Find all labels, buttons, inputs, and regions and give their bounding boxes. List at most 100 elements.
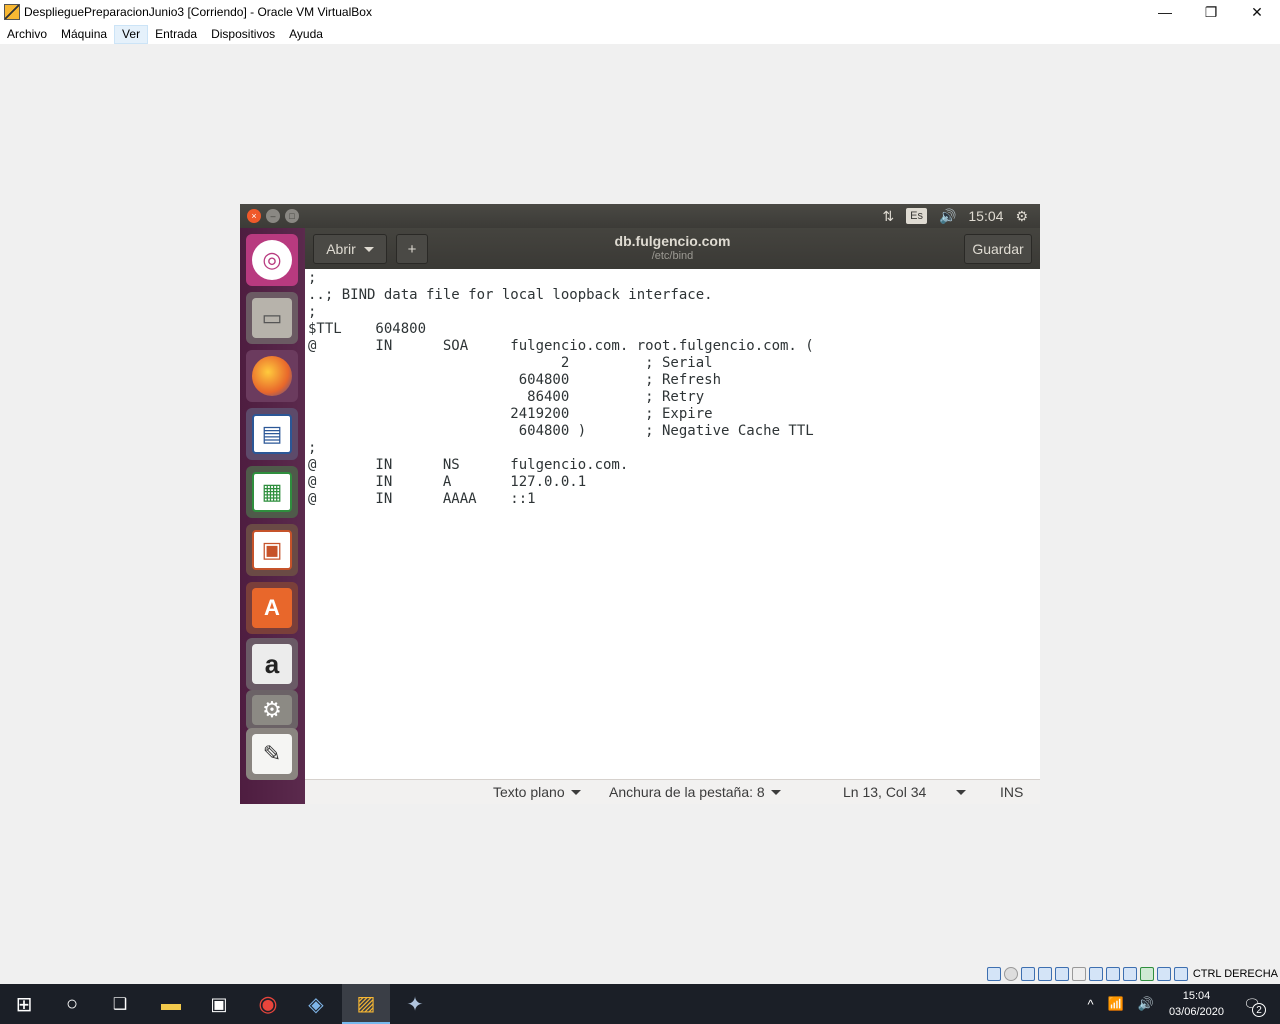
launcher-writer[interactable]: ▤	[246, 408, 298, 460]
code-line: 604800 ) ; Negative Cache TTL	[308, 423, 814, 439]
volume-icon[interactable]: 🔊	[939, 208, 956, 225]
file-cabinet-icon: ▭	[252, 298, 292, 338]
text-editor-area[interactable]: ; ..; BIND data file for local loopback …	[305, 269, 1040, 779]
guest-screen[interactable]: × – □ ⇅ Es 🔊 15:04 ⚙ ◎ ▭ ▤ ▦ ▣ A a ⚙ ✎ A…	[240, 204, 1040, 804]
wifi-icon[interactable]: 📶	[1108, 996, 1124, 1012]
audio-icon[interactable]	[1020, 967, 1035, 981]
tab-width-label: Anchura de la pestaña: 8	[609, 784, 765, 800]
virtualbox-vm-icon: ▨	[356, 992, 376, 1015]
store-bag-icon: ▣	[210, 993, 228, 1014]
recording-icon[interactable]	[1105, 967, 1120, 981]
menu-ver[interactable]: Ver	[114, 24, 149, 44]
launcher-files[interactable]: ▭	[246, 292, 298, 344]
action-center-button[interactable]: 🗨 2	[1236, 984, 1268, 1024]
gedit-header-bar: Abrir + db.fulgencio.com /etc/bind Guard…	[305, 228, 1040, 269]
vt-x-icon[interactable]	[1139, 967, 1154, 981]
calc-spreadsheet-icon: ▦	[252, 472, 292, 512]
code-line: ;	[308, 270, 317, 286]
gedit-status-bar: Texto plano Anchura de la pestaña: 8 Ln …	[305, 779, 1040, 804]
file-explorer-button[interactable]: ▬	[147, 984, 195, 1024]
menu-maquina[interactable]: Máquina	[54, 25, 114, 44]
settings-tools-icon: ⚙	[252, 695, 292, 725]
text-editor-icon: ✎	[252, 734, 292, 774]
code-line: 2 ; Serial	[308, 355, 713, 371]
start-button[interactable]: ⊞	[0, 984, 48, 1024]
shopping-bag-icon: A	[252, 588, 292, 628]
task-view-button[interactable]: ❑	[96, 984, 144, 1024]
network-icon[interactable]: ⇅	[882, 208, 894, 225]
save-button[interactable]: Guardar	[964, 234, 1032, 264]
menu-archivo[interactable]: Archivo	[0, 25, 54, 44]
usb-icon[interactable]	[1054, 967, 1069, 981]
launcher-calc[interactable]: ▦	[246, 466, 298, 518]
virtualbox-manager-icon: ✦	[406, 993, 424, 1016]
shared-folders-icon[interactable]	[1071, 967, 1086, 981]
code-line: ;	[308, 304, 317, 320]
code-line: 604800 ; Refresh	[308, 372, 722, 388]
close-button[interactable]: ✕	[1234, 0, 1280, 24]
folder-icon: ▬	[161, 992, 181, 1015]
menu-dispositivos[interactable]: Dispositivos	[204, 25, 282, 44]
windows-logo-icon: ⊞	[15, 993, 33, 1016]
network-adapter-icon[interactable]	[1037, 967, 1052, 981]
chevron-down-icon	[570, 789, 581, 795]
keyboard-layout-indicator[interactable]: Es	[906, 208, 927, 224]
code-line: @ IN AAAA ::1	[308, 491, 536, 507]
menu-ayuda[interactable]: Ayuda	[282, 25, 330, 44]
launcher-ubuntu-dash[interactable]: ◎	[246, 234, 298, 286]
hard-disk-icon[interactable]	[986, 967, 1001, 981]
host-key-label: CTRL DERECHA	[1192, 968, 1278, 980]
chrome-button[interactable]: ◉	[244, 984, 292, 1024]
volume-icon[interactable]: 🔊	[1138, 996, 1154, 1012]
cpu-icon[interactable]	[1122, 967, 1137, 981]
tab-width-selector[interactable]: Anchura de la pestaña: 8	[609, 784, 781, 800]
impress-presentation-icon: ▣	[252, 530, 292, 570]
system-tray: ^ 📶 🔊 15:04 03/06/2020 🗨 2	[1080, 984, 1280, 1024]
launcher-software-center[interactable]: A	[246, 582, 298, 634]
virtualbox-manager-button[interactable]: ✦	[391, 984, 439, 1024]
language-selector[interactable]: Texto plano	[493, 784, 581, 800]
chevron-down-icon	[956, 789, 967, 795]
ubuntu-logo-icon: ◎	[252, 240, 292, 280]
window-title: DesplieguePreparacionJunio3 [Corriendo] …	[24, 5, 372, 19]
launcher-system-settings[interactable]: ⚙	[246, 690, 298, 730]
cursor-position-label: Ln 13, Col 34	[843, 784, 927, 800]
keyboard-capture-icon[interactable]	[1173, 967, 1188, 981]
language-label: Texto plano	[493, 784, 565, 800]
notification-count-badge: 2	[1252, 1003, 1266, 1017]
launcher-impress[interactable]: ▣	[246, 524, 298, 576]
chrome-icon: ◉	[258, 991, 278, 1016]
code-line: @ IN SOA fulgencio.com. root.fulgencio.c…	[308, 338, 814, 354]
minimize-button[interactable]: —	[1142, 0, 1188, 24]
amazon-icon: a	[252, 644, 292, 684]
search-button[interactable]: ○	[48, 984, 96, 1024]
unity-launcher: ◎ ▭ ▤ ▦ ▣ A a ⚙ ✎	[240, 228, 305, 804]
guest-clock[interactable]: 15:04	[968, 208, 1003, 224]
launcher-amazon[interactable]: a	[246, 638, 298, 690]
clock-time: 15:04	[1182, 990, 1211, 1002]
store-button[interactable]: ▣	[195, 984, 243, 1024]
restore-button[interactable]: ❐	[1188, 0, 1234, 24]
code-line: ;	[308, 440, 317, 456]
vbox-status-bar: CTRL DERECHA	[986, 964, 1280, 984]
gedit-maximize-button[interactable]: □	[285, 209, 299, 223]
taskbar-clock[interactable]: 15:04 03/06/2020	[1169, 988, 1224, 1020]
document-path: /etc/bind	[651, 250, 694, 262]
settings-gear-icon[interactable]: ⚙	[1015, 208, 1028, 225]
mouse-integration-icon[interactable]	[1156, 967, 1171, 981]
cursor-position-selector[interactable]: Ln 13, Col 34	[843, 784, 967, 800]
optical-drive-icon[interactable]	[1003, 967, 1018, 981]
menu-entrada[interactable]: Entrada	[148, 25, 204, 44]
gedit-close-button[interactable]: ×	[247, 209, 261, 223]
ubuntu-top-panel: × – □ ⇅ Es 🔊 15:04 ⚙	[240, 204, 1040, 228]
virtualbox-vm-button[interactable]: ▨	[342, 984, 390, 1024]
cube-icon: ◈	[308, 993, 324, 1016]
gedit-minimize-button[interactable]: –	[266, 209, 280, 223]
code-line: 2419200 ; Expire	[308, 406, 713, 422]
display-icon[interactable]	[1088, 967, 1103, 981]
launcher-text-editor[interactable]: ✎	[246, 728, 298, 780]
virtualbox-cube-button[interactable]: ◈	[292, 984, 340, 1024]
vbox-menu-bar: Archivo Máquina Ver Entrada Dispositivos…	[0, 24, 1280, 44]
launcher-firefox[interactable]	[246, 350, 298, 402]
chevron-up-icon[interactable]: ^	[1087, 997, 1093, 1012]
